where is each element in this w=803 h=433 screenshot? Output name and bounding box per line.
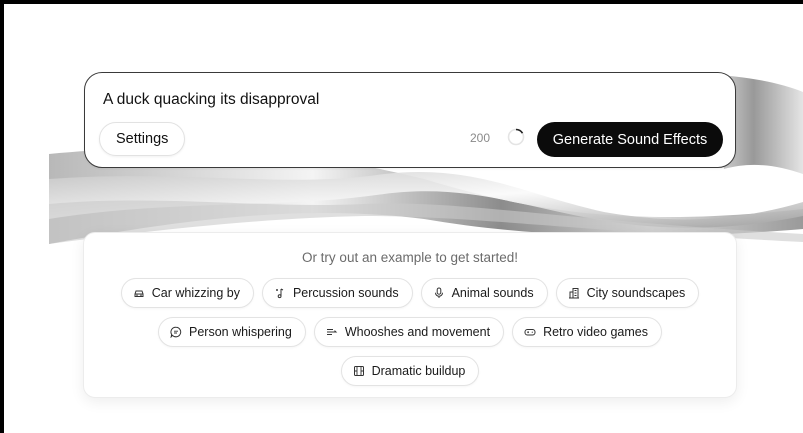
example-chip-car-whizzing-by[interactable]: Car whizzing by bbox=[120, 278, 254, 308]
wind-icon bbox=[326, 326, 338, 338]
example-chip-whooshes-and-movement[interactable]: Whooshes and movement bbox=[313, 317, 505, 347]
chip-label: Retro video games bbox=[543, 325, 648, 339]
example-chip-percussion-sounds[interactable]: Percussion sounds bbox=[261, 278, 413, 308]
car-icon bbox=[133, 287, 145, 299]
film-icon bbox=[353, 365, 365, 377]
prompt-card: A duck quacking its disapproval Settings… bbox=[84, 72, 736, 168]
chip-label: Dramatic buildup bbox=[371, 364, 466, 378]
example-chip-city-soundscapes[interactable]: City soundscapes bbox=[555, 278, 700, 308]
example-chip-dramatic-buildup[interactable]: Dramatic buildup bbox=[340, 356, 480, 386]
chat-bubble-icon bbox=[170, 326, 182, 338]
character-count: 200 bbox=[470, 131, 491, 145]
chip-label: Person whispering bbox=[189, 325, 292, 339]
chip-label: Car whizzing by bbox=[151, 286, 240, 300]
prompt-input[interactable]: A duck quacking its disapproval bbox=[103, 91, 319, 109]
microphone-icon bbox=[433, 287, 445, 299]
building-icon bbox=[568, 287, 580, 299]
chip-label: Whooshes and movement bbox=[344, 325, 491, 339]
music-note-icon bbox=[274, 287, 286, 299]
chip-label: Percussion sounds bbox=[292, 286, 399, 300]
example-chip-animal-sounds[interactable]: Animal sounds bbox=[420, 278, 548, 308]
examples-card: Or try out an example to get started! Ca… bbox=[83, 232, 737, 398]
chip-label: Animal sounds bbox=[451, 286, 534, 300]
settings-button[interactable]: Settings bbox=[99, 122, 186, 156]
gamepad-icon bbox=[524, 326, 536, 338]
example-chip-retro-video-games[interactable]: Retro video games bbox=[512, 317, 662, 347]
example-chip-person-whispering[interactable]: Person whispering bbox=[158, 317, 306, 347]
app-frame: A duck quacking its disapproval Settings… bbox=[4, 4, 803, 433]
examples-heading: Or try out an example to get started! bbox=[301, 250, 519, 265]
generate-sound-effects-button[interactable]: Generate Sound Effects bbox=[537, 122, 723, 157]
character-limit-ring-icon bbox=[507, 128, 525, 146]
chip-label: City soundscapes bbox=[586, 286, 686, 300]
